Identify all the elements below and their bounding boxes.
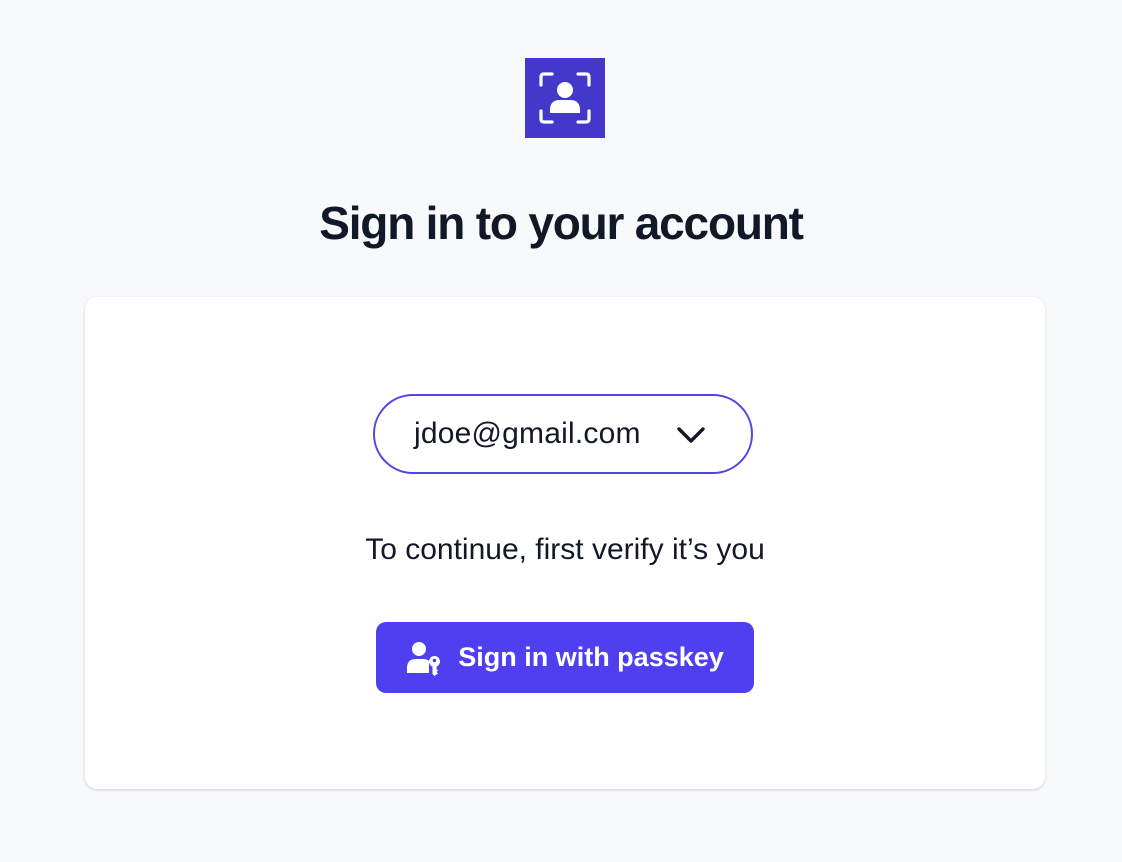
sign-in-with-passkey-button[interactable]: Sign in with passkey xyxy=(376,622,754,693)
passkey-button-label: Sign in with passkey xyxy=(458,642,724,672)
chevron-down-icon xyxy=(677,427,705,443)
account-select[interactable]: jdoe@gmail.com xyxy=(373,394,753,474)
sign-in-card: jdoe@gmail.com To continue, first verify… xyxy=(85,297,1045,789)
app-logo xyxy=(525,58,605,138)
account-email: jdoe@gmail.com xyxy=(414,417,641,450)
page-title: Sign in to your account xyxy=(319,197,804,249)
verify-prompt: To continue, first verify it’s you xyxy=(365,533,765,566)
passkey-user-key-icon xyxy=(407,641,441,676)
user-scan-icon xyxy=(539,72,591,124)
